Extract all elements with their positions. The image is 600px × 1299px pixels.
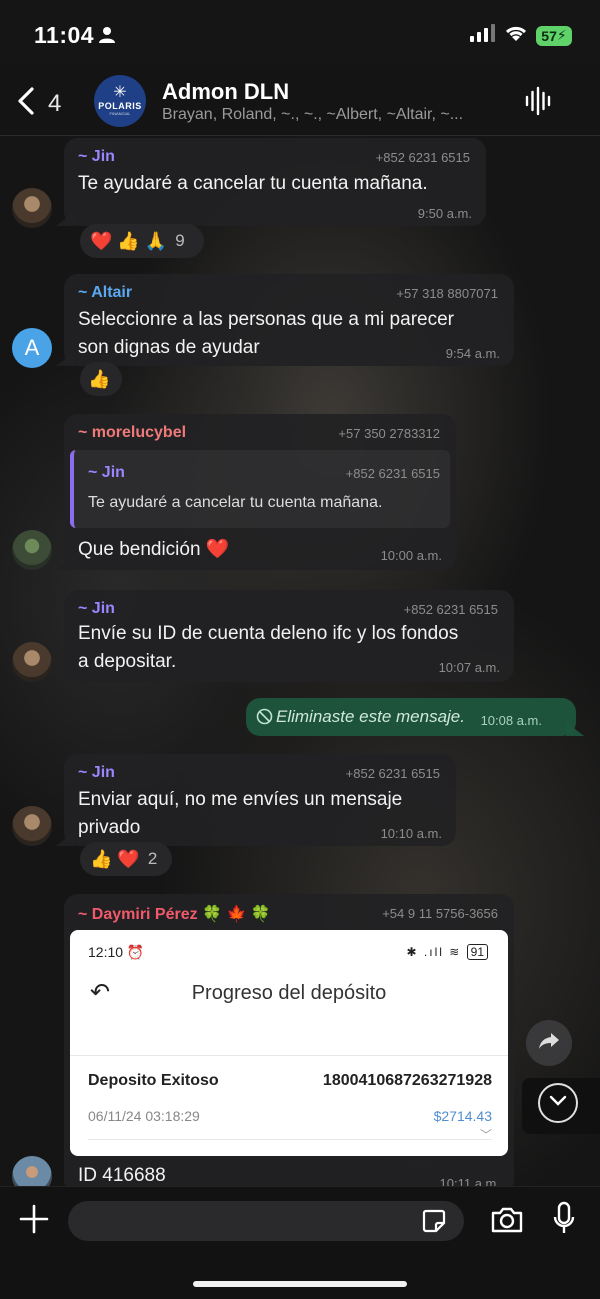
add-icon xyxy=(18,1204,50,1239)
signal-icon xyxy=(470,24,496,47)
screenshot-title: Progreso del depósito xyxy=(191,982,387,1004)
own-message-bubble[interactable]: Eliminaste este mensaje. 10:08 a.m. xyxy=(246,698,576,736)
message-text: Envíe su ID de cuenta deleno ifc y los f… xyxy=(78,623,459,644)
message-text: Que bendición ❤️ xyxy=(78,539,230,560)
star-icon: ✳ xyxy=(113,84,127,101)
message-bubble[interactable]: ~ Jin +852 6231 6515 Te ayudaré a cancel… xyxy=(64,138,486,226)
screenshot-battery: 91 xyxy=(466,944,488,960)
unread-count: 4 xyxy=(48,89,62,117)
message-time: 10:08 a.m. xyxy=(480,713,542,728)
message-text-line2: privado xyxy=(78,817,141,838)
message-time: 9:54 a.m. xyxy=(445,346,500,361)
chat-members[interactable]: Brayan, Roland, ~., ~., ~Albert, ~Altair… xyxy=(162,106,512,124)
home-indicator[interactable] xyxy=(193,1281,407,1287)
sticker-button[interactable] xyxy=(420,1207,448,1240)
reply-quote[interactable]: ~ Jin +852 6231 6515 Te ayudaré a cancel… xyxy=(70,450,450,528)
message-text: Seleccionre a las personas que a mi pare… xyxy=(78,309,454,330)
reaction-emojis: 👍 xyxy=(88,368,111,389)
avatar-brand-sub: FINANCIAL xyxy=(109,111,131,116)
sender-phone: +852 6231 6515 xyxy=(375,150,470,165)
scroll-down-icon xyxy=(549,1094,567,1112)
message-text-line2: a depositar. xyxy=(78,651,177,672)
message-time: 9:50 a.m. xyxy=(417,206,472,221)
chat-title[interactable]: Admon DLN xyxy=(162,79,289,105)
reaction-count: 9 xyxy=(175,231,185,250)
quote-sender: ~ Jin xyxy=(88,464,125,481)
add-button[interactable] xyxy=(18,1203,50,1240)
back-button[interactable]: 4 xyxy=(16,86,61,121)
sender-name[interactable]: ~ Daymiri Pérez 🍀 🍁 🍀 xyxy=(78,904,271,924)
reactions[interactable]: ❤️ 👍 🙏 9 xyxy=(80,224,204,258)
avatar[interactable]: A xyxy=(12,328,52,368)
status-icons: 57 ⚡ xyxy=(470,24,572,47)
sticker-icon xyxy=(420,1209,448,1239)
reaction-emojis: ❤️ 👍 🙏 xyxy=(90,230,168,251)
message-bubble[interactable]: ~ morelucybel +57 350 2783312 ~ Jin +852… xyxy=(64,414,456,570)
person-icon xyxy=(98,26,116,49)
reaction-emojis: 👍 ❤️ xyxy=(90,848,140,869)
sender-name[interactable]: ~ Jin xyxy=(78,148,115,166)
reactions[interactable]: 👍 ❤️ 2 xyxy=(80,842,172,876)
message-text: Enviar aquí, no me envíes un mensaje xyxy=(78,789,403,810)
deleted-text: Eliminaste este mensaje. xyxy=(276,707,465,726)
group-avatar[interactable]: ✳ POLARIS FINANCIAL xyxy=(94,75,146,127)
avatar[interactable] xyxy=(12,530,52,570)
message-text-line2: son dignas de ayudar xyxy=(78,337,260,358)
sender-name[interactable]: ~ Jin xyxy=(78,600,115,618)
block-icon xyxy=(256,708,273,730)
divider xyxy=(70,1055,508,1056)
reactions[interactable]: 👍 xyxy=(80,362,122,396)
scroll-down-button[interactable] xyxy=(538,1083,578,1123)
message-bubble[interactable]: ~ Altair +57 318 8807071 Seleccionre a l… xyxy=(64,274,514,366)
quote-text: Te ayudaré a cancelar tu cuenta mañana. xyxy=(88,494,383,511)
sender-phone: +57 350 2783312 xyxy=(338,426,440,441)
screenshot-time-text: 12:10 xyxy=(88,944,124,960)
battery-icon: 57 ⚡ xyxy=(536,25,572,46)
message-time: 10:10 a.m. xyxy=(380,826,442,841)
status-time: 11:04 xyxy=(34,22,95,48)
screenshot-time: 12:10 ⏰ xyxy=(88,944,145,960)
avatar[interactable] xyxy=(12,642,52,682)
avatar-brand: POLARIS xyxy=(98,101,142,111)
deposit-screenshot-image[interactable]: 12:10 ⏰ ✱ .ıll ≋ 91 ↶ Progreso del depós… xyxy=(70,930,508,1156)
voice-wave-icon xyxy=(524,86,554,120)
sender-name[interactable]: ~ Jin xyxy=(78,764,115,782)
sender-phone: +57 318 8807071 xyxy=(396,286,498,301)
screenshot-status-icons: ✱ .ıll ≋ 91 xyxy=(407,944,488,960)
chat-header xyxy=(0,64,600,136)
quote-phone: +852 6231 6515 xyxy=(345,466,440,481)
deposit-label: Deposito Exitoso xyxy=(88,1072,219,1089)
chevron-down-icon: ﹀ xyxy=(479,1128,492,1142)
camera-icon xyxy=(490,1207,524,1239)
voice-chat-button[interactable] xyxy=(524,86,554,121)
share-button[interactable] xyxy=(526,1020,572,1066)
camera-button[interactable] xyxy=(490,1205,524,1240)
message-bubble[interactable]: ~ Jin +852 6231 6515 Enviar aquí, no me … xyxy=(64,754,456,846)
avatar[interactable] xyxy=(12,188,52,228)
message-input[interactable] xyxy=(68,1201,464,1241)
sender-phone: +852 6231 6515 xyxy=(345,766,440,781)
sender-phone: +54 9 11 5756-3656 xyxy=(382,906,498,921)
reaction-count: 2 xyxy=(147,849,158,868)
deposit-amount: $2714.43 xyxy=(433,1108,492,1124)
message-bubble[interactable]: ~ Jin +852 6231 6515 Envíe su ID de cuen… xyxy=(64,590,514,682)
message-text: Te ayudaré a cancelar tu cuenta mañana. xyxy=(78,173,428,194)
sender-name[interactable]: ~ morelucybel xyxy=(78,424,186,442)
wifi-icon xyxy=(504,24,528,47)
message-time: 10:00 a.m. xyxy=(380,548,442,563)
sender-phone: +852 6231 6515 xyxy=(403,602,498,617)
mic-button[interactable] xyxy=(552,1201,576,1242)
mic-icon xyxy=(552,1201,576,1241)
share-icon xyxy=(537,1031,561,1056)
deposit-id: 180041068726327192​8 xyxy=(322,1072,492,1089)
back-chevron-icon xyxy=(16,86,36,121)
battery-level: 57 xyxy=(541,27,557,44)
deposit-date: 06/11/24 03:18:29 xyxy=(88,1108,200,1124)
divider xyxy=(88,1139,492,1140)
avatar[interactable] xyxy=(12,806,52,846)
message-time: 10:07 a.m. xyxy=(438,660,500,675)
sender-name[interactable]: ~ Altair xyxy=(78,284,132,302)
